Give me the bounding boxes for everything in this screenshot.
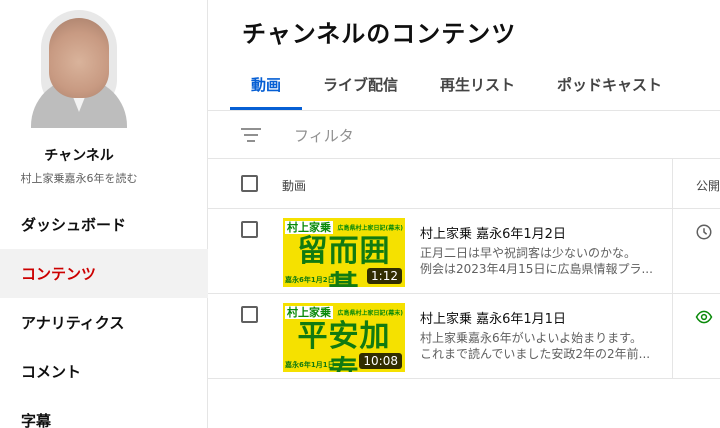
table-row[interactable]: 村上家乗 広島県村上家日記(幕末) 平安加寿 嘉永6年1月1日 10:08 村上… <box>208 294 720 379</box>
sidebar-item-label: コメント <box>21 363 82 381</box>
row-checkbox[interactable] <box>241 306 258 323</box>
channel-name: チャンネル <box>44 148 114 164</box>
clock-icon[interactable] <box>695 223 713 241</box>
sidebar-item-comments[interactable]: コメント <box>0 347 208 396</box>
thumb-badge: 村上家乗 <box>285 305 333 319</box>
video-description-line: これまで読んでいました安政2年の2年前... <box>420 347 651 361</box>
tab-live[interactable]: ライブ配信 <box>302 62 419 110</box>
row-checkbox[interactable] <box>241 221 258 238</box>
thumb-header: 村上家乗 広島県村上家日記(幕末) <box>285 220 403 234</box>
table-header: 動画 公開 <box>208 159 720 209</box>
thumb-badge-side: 広島県村上家日記(幕末) <box>337 309 404 317</box>
video-title[interactable]: 村上家乗 嘉永6年1月2日 <box>420 223 566 242</box>
channel-subtitle: 村上家乗嘉永6年を読む <box>20 172 138 185</box>
filter-bar: フィルタ <box>208 111 720 159</box>
video-description: 正月二日は早や祝詞客は少ないのかな。 例会は2023年4月15日に広島県情報プラ… <box>420 245 670 277</box>
video-description: 村上家乗嘉永6年がいよいよ始まります。 これまで読んでいました安政2年の2年前.… <box>420 330 670 362</box>
sidebar-item-dashboard[interactable]: ダッシュボード <box>0 200 208 249</box>
channel-avatar[interactable] <box>31 10 127 128</box>
thumb-date: 嘉永6年1月1日 <box>285 361 335 369</box>
content-tabs: 動画 ライブ配信 再生リスト ポッドキャスト <box>230 62 683 110</box>
video-thumbnail[interactable]: 村上家乗 広島県村上家日記(幕末) 平安加寿 嘉永6年1月1日 10:08 <box>283 303 405 372</box>
sidebar-item-label: ダッシュボード <box>21 216 127 234</box>
sidebar-item-analytics[interactable]: アナリティクス <box>0 298 208 347</box>
sidebar-item-label: 字幕 <box>21 412 52 428</box>
eye-icon[interactable] <box>695 308 713 326</box>
sidebar-item-label: コンテンツ <box>21 265 97 283</box>
thumb-date: 嘉永6年1月2日 <box>285 276 335 284</box>
video-duration: 10:08 <box>359 353 402 369</box>
sidebar-item-label: アナリティクス <box>21 314 125 332</box>
thumb-header: 村上家乗 広島県村上家日記(幕末) <box>285 305 403 319</box>
page-title: チャンネルのコンテンツ <box>242 20 517 48</box>
table-row[interactable]: 村上家乗 広島県村上家日記(幕末) 留而囲碁 嘉永6年1月2日 1:12 村上家… <box>208 209 720 294</box>
video-title[interactable]: 村上家乗 嘉永6年1月1日 <box>420 308 566 327</box>
video-description-line: 正月二日は早や祝詞客は少ないのかな。 <box>420 246 637 260</box>
video-description-line: 村上家乗嘉永6年がいよいよ始まります。 <box>420 331 642 345</box>
sidebar: チャンネル 村上家乗嘉永6年を読む ダッシュボード コンテンツ アナリティクス … <box>0 0 208 428</box>
main-content: チャンネルのコンテンツ 動画 ライブ配信 再生リスト ポッドキャスト フィルタ … <box>208 0 720 428</box>
sidebar-item-content[interactable]: コンテンツ <box>0 249 208 298</box>
sidebar-nav: ダッシュボード コンテンツ アナリティクス コメント 字幕 <box>0 200 208 428</box>
sidebar-item-subtitles[interactable]: 字幕 <box>0 396 208 428</box>
video-description-line: 例会は2023年4月15日に広島県情報プラ... <box>420 262 653 276</box>
column-header-visibility[interactable]: 公開 <box>696 177 720 194</box>
video-duration: 1:12 <box>367 268 402 284</box>
avatar-face <box>49 18 109 98</box>
filter-icon[interactable] <box>241 127 261 143</box>
tab-playlists[interactable]: 再生リスト <box>419 62 536 110</box>
thumb-badge: 村上家乗 <box>285 220 333 234</box>
filter-input[interactable]: フィルタ <box>294 125 354 146</box>
tab-podcasts[interactable]: ポッドキャスト <box>536 62 683 110</box>
select-all-checkbox[interactable] <box>241 175 258 192</box>
thumb-badge-side: 広島県村上家日記(幕末) <box>337 224 404 232</box>
tab-videos[interactable]: 動画 <box>230 62 303 110</box>
video-thumbnail[interactable]: 村上家乗 広島県村上家日記(幕末) 留而囲碁 嘉永6年1月2日 1:12 <box>283 218 405 287</box>
column-header-video[interactable]: 動画 <box>282 177 306 194</box>
